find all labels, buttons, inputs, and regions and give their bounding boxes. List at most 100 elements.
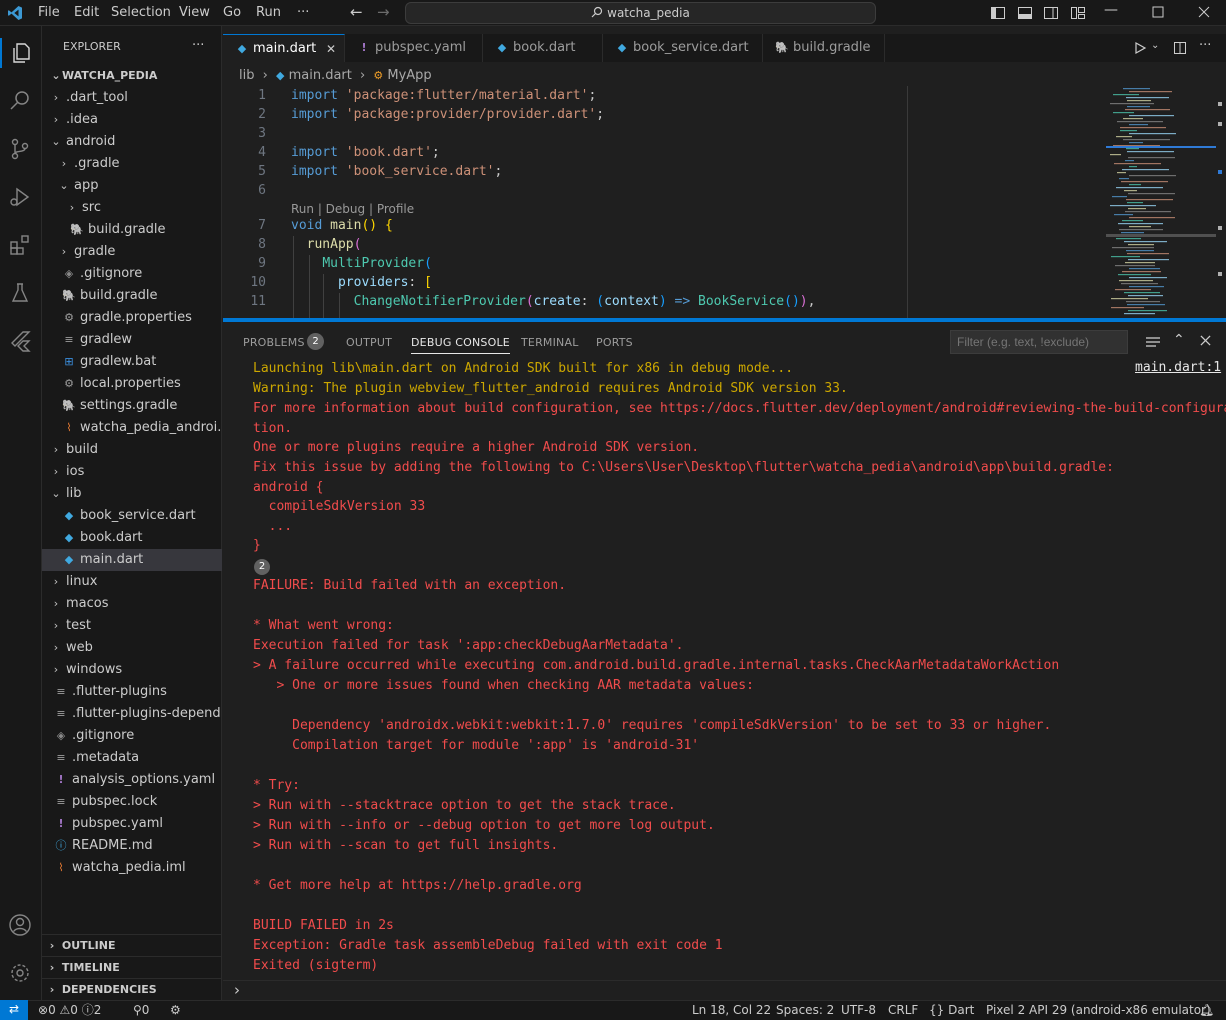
tab-book-service-dart[interactable]: ◆ book_service.dart bbox=[603, 34, 763, 62]
tree-item[interactable]: › ios bbox=[42, 461, 222, 483]
source-link[interactable]: main.dart:1 bbox=[1135, 360, 1221, 375]
run-icon[interactable] bbox=[1133, 41, 1147, 55]
tree-item[interactable]: ⌇ watcha_pedia_androi... bbox=[42, 417, 222, 439]
outline-section[interactable]: › OUTLINE bbox=[42, 934, 222, 956]
toggle-sidebar-icon[interactable] bbox=[990, 5, 1006, 21]
clear-console-icon[interactable] bbox=[1145, 335, 1161, 349]
tree-item[interactable]: ◆ book_service.dart bbox=[42, 505, 222, 527]
tree-item[interactable]: ◆ book.dart bbox=[42, 527, 222, 549]
menu-go[interactable]: Go bbox=[223, 5, 241, 20]
tree-item[interactable]: 🐘 build.gradle bbox=[42, 285, 222, 307]
tree-item[interactable]: › web bbox=[42, 637, 222, 659]
maximize-icon[interactable] bbox=[1152, 6, 1164, 18]
testing-activity[interactable] bbox=[5, 278, 35, 308]
manage-activity[interactable] bbox=[5, 958, 35, 988]
tree-item[interactable]: ◈ .gitignore bbox=[42, 725, 222, 747]
tree-item[interactable]: ⊞ gradlew.bat bbox=[42, 351, 222, 373]
tree-item[interactable]: ⚙ local.properties bbox=[42, 373, 222, 395]
console-filter-input[interactable] bbox=[950, 330, 1128, 354]
minimize-icon[interactable]: — bbox=[1104, 2, 1118, 18]
split-editor-icon[interactable] bbox=[1173, 41, 1187, 55]
debug-status-icon[interactable]: ⚙ bbox=[170, 1001, 181, 1020]
tree-item[interactable]: › build bbox=[42, 439, 222, 461]
tree-item[interactable]: ≡ .flutter-plugins-depend... bbox=[42, 703, 222, 725]
toggle-panel-icon[interactable] bbox=[1017, 5, 1033, 21]
tree-item[interactable]: › .idea bbox=[42, 109, 222, 131]
tree-item[interactable]: ! analysis_options.yaml bbox=[42, 769, 222, 791]
close-tab-icon[interactable]: ✕ bbox=[326, 35, 336, 63]
language-mode[interactable]: {} Dart bbox=[929, 1001, 974, 1020]
codelens[interactable]: Run | Debug | Profile bbox=[291, 202, 414, 216]
tree-item[interactable]: › test bbox=[42, 615, 222, 637]
tree-item[interactable]: 🐘 build.gradle bbox=[42, 219, 222, 241]
cursor-position[interactable]: Ln 18, Col 22 bbox=[692, 1001, 771, 1020]
menu-view[interactable]: View bbox=[179, 5, 210, 20]
tab-pubspec-yaml[interactable]: ! pubspec.yaml bbox=[345, 34, 483, 62]
explorer-more-icon[interactable]: ··· bbox=[192, 38, 204, 53]
tab-terminal[interactable]: TERMINAL bbox=[521, 336, 579, 349]
tree-item[interactable]: › src bbox=[42, 197, 222, 219]
tree-item[interactable]: ◈ .gitignore bbox=[42, 263, 222, 285]
tree-item[interactable]: 🐘 settings.gradle bbox=[42, 395, 222, 417]
tab-debug-console[interactable]: DEBUG CONSOLE bbox=[411, 336, 510, 354]
device-selector[interactable]: Pixel 2 API 29 (android-x86 emulator) bbox=[986, 1001, 1211, 1020]
menu-selection[interactable]: Selection bbox=[111, 5, 171, 20]
end-of-line[interactable]: CRLF bbox=[888, 1001, 918, 1020]
tab-book-dart[interactable]: ◆ book.dart bbox=[483, 34, 603, 62]
tree-item[interactable]: ! pubspec.yaml bbox=[42, 813, 222, 835]
menu-run[interactable]: Run bbox=[256, 5, 281, 20]
console-input[interactable] bbox=[253, 983, 1213, 1001]
close-window-icon[interactable] bbox=[1198, 6, 1210, 18]
tab-main-dart[interactable]: ◆ main.dart ✕ bbox=[223, 34, 345, 62]
tree-item[interactable]: ≡ .metadata bbox=[42, 747, 222, 769]
editor-more-icon[interactable]: ··· bbox=[1199, 38, 1211, 53]
tab-problems[interactable]: PROBLEMS bbox=[243, 336, 305, 349]
breadcrumb-lib[interactable]: lib bbox=[239, 68, 254, 83]
accounts-activity[interactable] bbox=[5, 910, 35, 940]
minimap[interactable] bbox=[1106, 86, 1216, 318]
menu-edit[interactable]: Edit bbox=[74, 5, 99, 20]
tree-item[interactable]: ⚙ gradle.properties bbox=[42, 307, 222, 329]
tree-item[interactable]: ◆ main.dart bbox=[42, 549, 222, 571]
dependencies-section[interactable]: › DEPENDENCIES bbox=[42, 978, 222, 1000]
tree-item[interactable]: › .dart_tool bbox=[42, 87, 222, 109]
extensions-activity[interactable] bbox=[5, 230, 35, 260]
indentation[interactable]: Spaces: 2 bbox=[776, 1001, 834, 1020]
tab-ports[interactable]: PORTS bbox=[596, 336, 633, 349]
notifications-bell-icon[interactable]: 🔔︎ bbox=[1199, 1001, 1214, 1020]
tree-item[interactable]: ⓘ README.md bbox=[42, 835, 222, 857]
ports-indicator[interactable]: ⚲0 bbox=[133, 1001, 149, 1020]
run-dropdown-icon[interactable]: ⌄ bbox=[1151, 40, 1159, 51]
breadcrumb-file[interactable]: main.dart bbox=[289, 68, 352, 83]
customize-layout-icon[interactable] bbox=[1070, 5, 1086, 21]
tree-item[interactable]: › gradle bbox=[42, 241, 222, 263]
flutter-activity[interactable] bbox=[5, 326, 35, 356]
tree-item[interactable]: › windows bbox=[42, 659, 222, 681]
tree-item[interactable]: ⌄ android bbox=[42, 131, 222, 153]
menu-more[interactable]: ··· bbox=[297, 5, 309, 20]
tab-build-gradle[interactable]: 🐘 build.gradle bbox=[763, 34, 885, 62]
breadcrumb-symbol[interactable]: MyApp bbox=[387, 68, 431, 83]
explorer-activity[interactable] bbox=[0, 38, 40, 68]
back-arrow-icon[interactable]: ← bbox=[350, 3, 363, 21]
tree-item[interactable]: ≡ .flutter-plugins bbox=[42, 681, 222, 703]
tree-item[interactable]: ≡ pubspec.lock bbox=[42, 791, 222, 813]
command-center-search[interactable]: watcha_pedia bbox=[405, 2, 876, 24]
tree-item[interactable]: ≡ gradlew bbox=[42, 329, 222, 351]
remote-indicator-icon[interactable]: ⇄ bbox=[0, 1000, 28, 1020]
search-activity[interactable] bbox=[5, 86, 35, 116]
project-root[interactable]: ⌄WATCHA_PEDIA bbox=[42, 65, 222, 87]
run-debug-activity[interactable] bbox=[5, 182, 35, 212]
code-editor[interactable]: 1 2 3 4 5 6 7 8 9 10 11 import 'package:… bbox=[223, 86, 1226, 318]
maximize-panel-icon[interactable]: ⌃ bbox=[1173, 332, 1185, 348]
source-control-activity[interactable] bbox=[5, 134, 35, 164]
toggle-secondary-sidebar-icon[interactable] bbox=[1043, 5, 1059, 21]
tree-item[interactable]: › macos bbox=[42, 593, 222, 615]
timeline-section[interactable]: › TIMELINE bbox=[42, 956, 222, 978]
problems-indicator[interactable]: ⊗0 ⚠0 ⓘ2 bbox=[38, 1001, 101, 1020]
tree-item[interactable]: ⌄ app bbox=[42, 175, 222, 197]
tab-output[interactable]: OUTPUT bbox=[346, 336, 392, 349]
encoding[interactable]: UTF-8 bbox=[841, 1001, 876, 1020]
tree-item[interactable]: ⌇ watcha_pedia.iml bbox=[42, 857, 222, 879]
tree-item[interactable]: › .gradle bbox=[42, 153, 222, 175]
